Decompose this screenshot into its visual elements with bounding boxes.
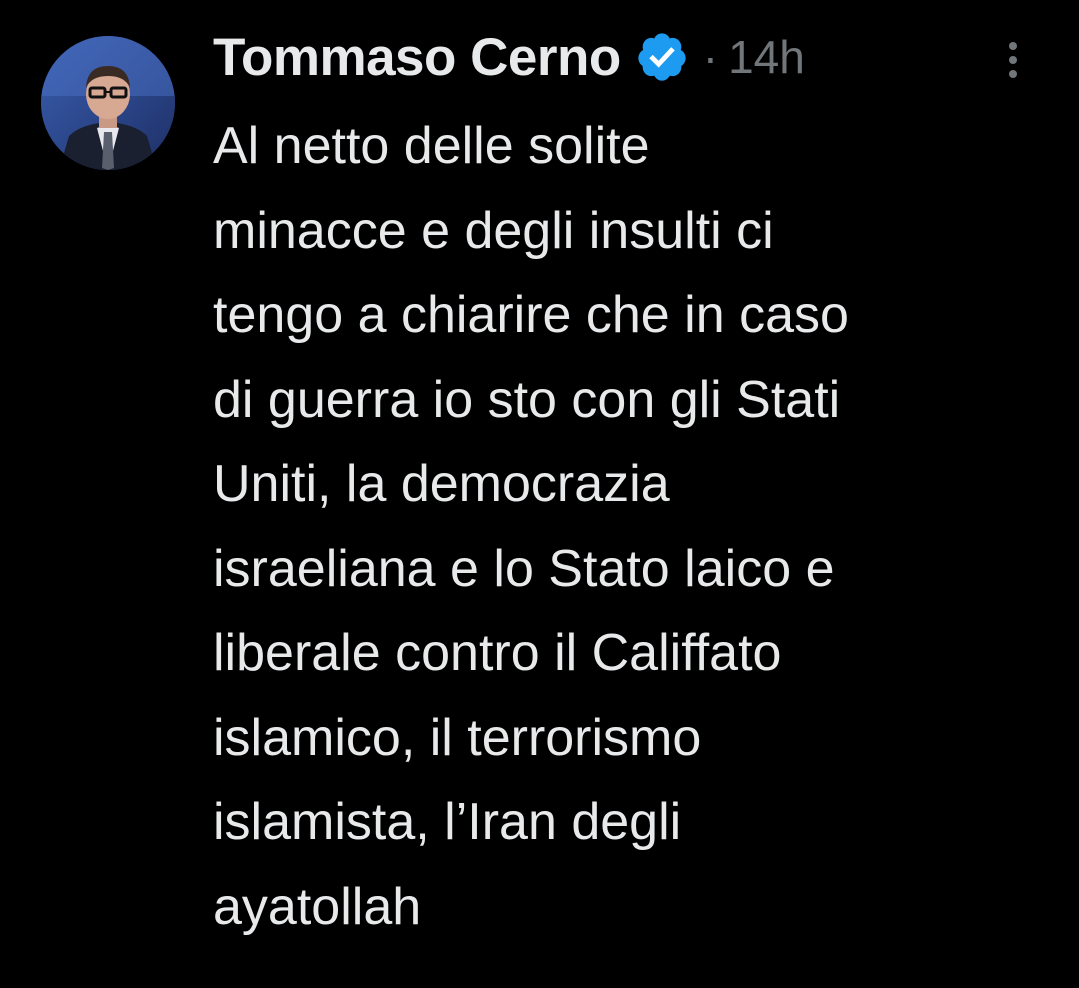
tweet[interactable]: Tommaso Cerno · 14h Al netto delle solit… [0,0,1079,988]
tweet-text-line: minacce e degli insulti ci [213,201,774,260]
tweet-text-line: islamista, l’Iran degli [213,793,682,851]
more-dot [1009,70,1017,78]
more-dot [1009,42,1017,50]
tweet-text-line: liberale contro il Califfato [213,624,782,682]
tweet-text-line: Uniti, la democrazia [213,455,670,513]
tweet-text-line: islamico, il terrorismo [213,708,702,767]
verified-badge-icon[interactable] [635,30,689,84]
avatar[interactable] [41,36,175,170]
tweet-text: Al netto delle solite minacce e degli in… [213,104,1053,949]
more-dot [1009,56,1017,64]
author-name[interactable]: Tommaso Cerno [213,27,621,88]
tweet-text-line: israeliana e lo Stato laico e [213,539,835,598]
tweet-timestamp[interactable]: 14h [728,30,805,84]
tweet-text-line: di guerra io sto con gli Stati [213,370,841,429]
tweet-header: Tommaso Cerno · 14h [213,22,1053,92]
tweet-text-line: tengo a chiarire che in caso [213,286,849,344]
more-vertical-icon[interactable] [1003,42,1023,86]
tweet-text-line: ayatollah [213,877,422,936]
avatar-photo [41,36,175,170]
header-separator: · [702,31,719,83]
tweet-text-line: Al netto delle solite [213,117,650,175]
